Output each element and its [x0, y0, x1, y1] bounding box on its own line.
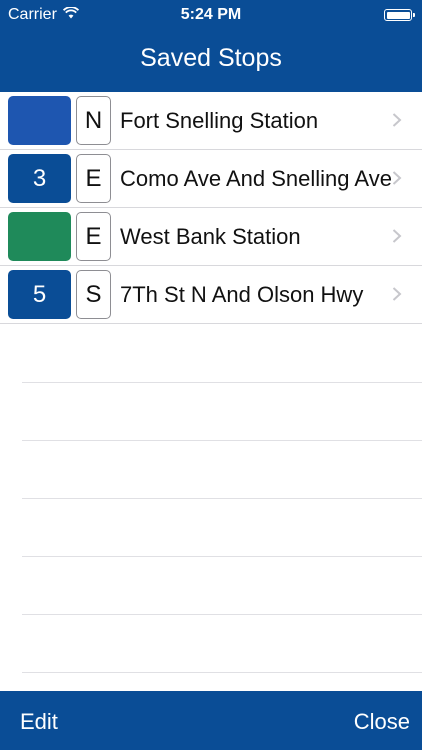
chevron-right-icon: [392, 229, 402, 243]
direction-badge: E: [76, 154, 111, 203]
direction-badge: S: [76, 270, 111, 319]
chevron-right-icon: [392, 287, 402, 301]
route-badge: 3: [8, 154, 71, 203]
empty-row-separator: [22, 672, 422, 673]
empty-row-separator: [22, 498, 422, 499]
bottom-toolbar: Edit Close: [0, 691, 422, 750]
stop-name: Fort Snelling Station: [120, 108, 319, 133]
route-badge: [8, 212, 71, 261]
top-bar: Carrier 5:24 PM Saved Stops: [0, 0, 422, 92]
empty-row-separator: [22, 382, 422, 383]
saved-stops-list: N Fort Snelling Station 3 E Como Ave And…: [0, 92, 422, 324]
empty-row-separator: [22, 614, 422, 615]
chevron-right-icon: [392, 113, 402, 127]
route-badge: [8, 96, 71, 145]
direction-label: E: [85, 222, 102, 250]
status-time: 5:24 PM: [180, 6, 242, 23]
status-bar: Carrier 5:24 PM: [0, 0, 422, 30]
stop-row[interactable]: 3 E Como Ave And Snelling Ave: [0, 150, 422, 208]
chevron-right-icon: [392, 171, 402, 185]
route-number: 5: [32, 280, 47, 308]
stop-row[interactable]: N Fort Snelling Station: [0, 92, 422, 150]
stop-name: 7Th St N And Olson Hwy: [120, 282, 364, 307]
edit-button[interactable]: Edit: [20, 709, 58, 735]
stop-name: Como Ave And Snelling Ave: [120, 166, 392, 191]
empty-row-separator: [22, 556, 422, 557]
route-badge: 5: [8, 270, 71, 319]
direction-label: E: [85, 164, 102, 192]
direction-badge: E: [76, 212, 111, 261]
stop-row[interactable]: E West Bank Station: [0, 208, 422, 266]
direction-badge: N: [76, 96, 111, 145]
stop-row[interactable]: 5 S 7Th St N And Olson Hwy: [0, 266, 422, 324]
page-title: Saved Stops: [140, 44, 282, 72]
empty-row-separator: [22, 440, 422, 441]
route-number: 3: [32, 164, 47, 192]
direction-label: S: [85, 280, 102, 308]
close-button[interactable]: Close: [354, 709, 410, 735]
stop-name: West Bank Station: [120, 224, 301, 249]
battery-icon: [384, 9, 415, 21]
direction-label: N: [84, 106, 103, 134]
